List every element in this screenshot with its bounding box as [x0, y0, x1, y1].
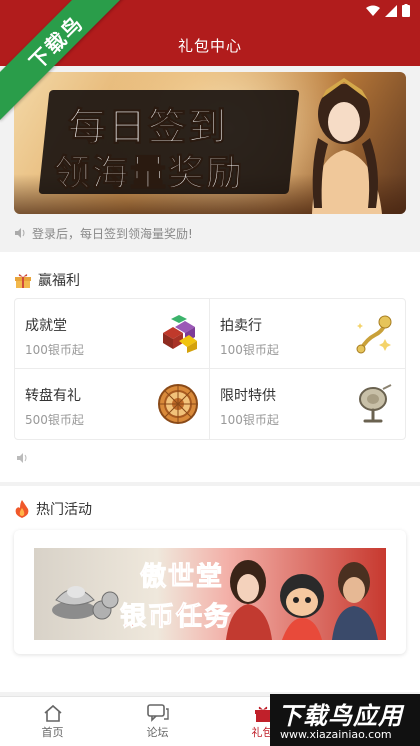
banner-character-image [312, 78, 382, 214]
ruyi-scepter-icon [356, 315, 392, 354]
welfare-item-limited[interactable]: 限时特供 100银币起 [210, 369, 405, 439]
silver-task-headline: 傲世堂 [139, 562, 225, 593]
speaker-icon [17, 453, 27, 463]
notice-text: 登录后，每日签到领海量奖励! [32, 226, 193, 241]
welfare-item-price: 100银币起 [220, 343, 279, 357]
welfare-title: 赢福利 [38, 273, 80, 289]
flame-icon [15, 500, 29, 518]
hot-activity-card[interactable]: 傲世堂 银币任务 [14, 530, 406, 654]
welfare-header: 赢福利 [14, 270, 80, 290]
signal-icon [385, 4, 397, 17]
nav-item-home[interactable]: 首页 [0, 697, 105, 746]
welfare-item-name: 拍卖行 [220, 318, 262, 334]
welfare-item-name: 成就堂 [25, 318, 67, 334]
checkin-notice: 登录后，每日签到领海量奖励! [14, 224, 193, 242]
silver-task-subheadline: 银币任务 [119, 602, 233, 633]
welfare-item-name: 限时特供 [220, 388, 276, 404]
welfare-item-price: 100银币起 [25, 343, 84, 357]
nav-item-forum[interactable]: 论坛 [105, 697, 210, 746]
wheel-icon [158, 384, 198, 424]
hot-activity-header: 热门活动 [14, 499, 92, 519]
nav-label: 论坛 [146, 725, 169, 739]
gem-cubes-icon [163, 315, 197, 353]
speaker-icon [15, 228, 25, 238]
welfare-item-price: 100银币起 [220, 413, 279, 427]
welfare-grid: 成就堂 100银币起 拍卖行 100银币起 转盘有礼 500银币起 限时特供 1… [14, 298, 406, 440]
silver-ingot-icon [52, 586, 119, 620]
welfare-item-price: 500银币起 [25, 413, 84, 427]
gong-icon [359, 384, 392, 423]
silver-task-banner[interactable]: 傲世堂 银币任务 [34, 548, 386, 640]
welfare-item-achievement[interactable]: 成就堂 100银币起 [15, 299, 210, 369]
banner-characters-image [226, 560, 378, 640]
welfare-item-name: 转盘有礼 [25, 388, 81, 404]
banner-headline: 每日签到 [67, 105, 229, 150]
watermark-logo: 下载鸟应用 www.xiazainiao.com [270, 694, 420, 746]
home-icon [43, 704, 62, 722]
page-title: 礼包中心 [177, 36, 242, 55]
status-icons [366, 4, 410, 17]
watermark-text: 下载鸟应用 [278, 702, 403, 730]
forum-icon [146, 703, 169, 722]
watermark-url: www.xiazainiao.com [280, 728, 392, 741]
banner-subheadline: 领海量奖励 [53, 153, 245, 195]
welfare-item-auction[interactable]: 拍卖行 100银币起 [210, 299, 405, 369]
checkin-banner[interactable]: 每日签到 领海量奖励 [14, 72, 406, 214]
gift-box-icon [15, 274, 31, 288]
wifi-icon [366, 5, 380, 16]
battery-icon [402, 4, 410, 17]
welfare-item-wheel[interactable]: 转盘有礼 500银币起 [15, 369, 210, 439]
nav-label: 首页 [41, 725, 64, 739]
hot-activity-title: 热门活动 [36, 502, 92, 518]
